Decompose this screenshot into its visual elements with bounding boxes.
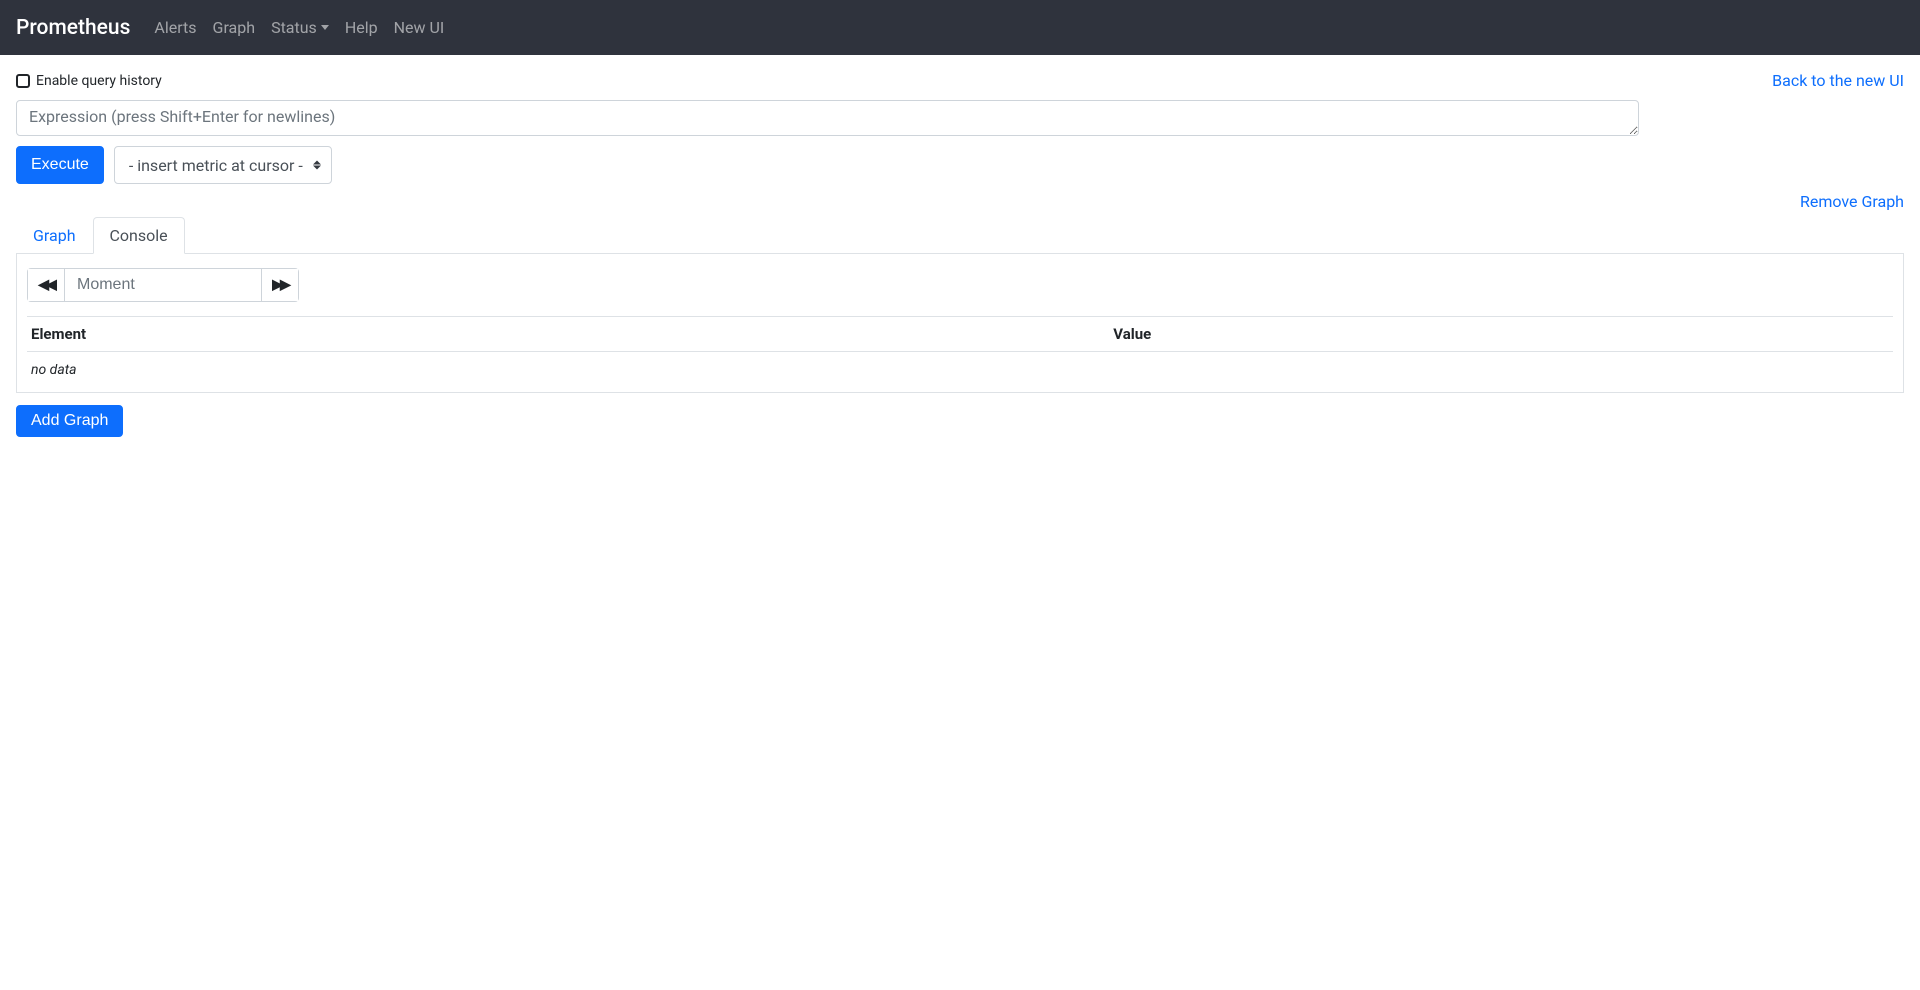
back-to-new-ui-link[interactable]: Back to the new UI [1772,71,1904,90]
moment-group: ◀◀ ▶▶ [27,268,299,302]
metric-select[interactable]: - insert metric at cursor - [114,146,332,184]
controls-row: Execute - insert metric at cursor - [16,146,1904,184]
moment-next-button[interactable]: ▶▶ [261,268,299,302]
add-graph-row: Add Graph [16,405,1904,437]
top-row: Enable query history Back to the new UI [16,71,1904,90]
navbar: Prometheus Alerts Graph Status Help New … [0,0,1920,55]
col-element: Element [27,317,1109,352]
console-panel: ◀◀ ▶▶ Element Value no data [16,254,1904,393]
double-chevron-right-icon: ▶▶ [272,277,288,293]
remove-graph-link[interactable]: Remove Graph [1800,192,1904,211]
remove-graph-row: Remove Graph [16,192,1904,211]
expression-input[interactable] [16,100,1639,136]
no-data-message: no data [27,352,1893,382]
select-caret-icon [313,161,321,170]
nav-status-label: Status [271,18,317,37]
tab-graph[interactable]: Graph [16,217,93,254]
nav-graph[interactable]: Graph [205,10,264,45]
nav-status[interactable]: Status [263,10,337,45]
metric-select-label: - insert metric at cursor - [129,156,303,175]
table-header-row: Element Value [27,317,1893,352]
moment-input[interactable] [64,268,262,302]
result-table: Element Value [27,316,1893,352]
execute-button[interactable]: Execute [16,146,104,184]
nav-new-ui[interactable]: New UI [386,10,453,45]
col-value: Value [1109,317,1893,352]
caret-down-icon [321,25,329,30]
double-chevron-left-icon: ◀◀ [38,277,54,293]
main-container: Enable query history Back to the new UI … [0,55,1920,453]
enable-history-text: Enable query history [36,73,162,89]
enable-history-label[interactable]: Enable query history [16,73,162,89]
add-graph-button[interactable]: Add Graph [16,405,123,437]
nav-list: Alerts Graph Status Help New UI [146,10,452,45]
nav-alerts[interactable]: Alerts [146,10,204,45]
brand[interactable]: Prometheus [16,16,130,40]
tabs: Graph Console [16,217,1904,254]
moment-prev-button[interactable]: ◀◀ [27,268,65,302]
enable-history-checkbox[interactable] [16,74,30,88]
tab-console[interactable]: Console [93,217,185,254]
nav-help[interactable]: Help [337,10,386,45]
